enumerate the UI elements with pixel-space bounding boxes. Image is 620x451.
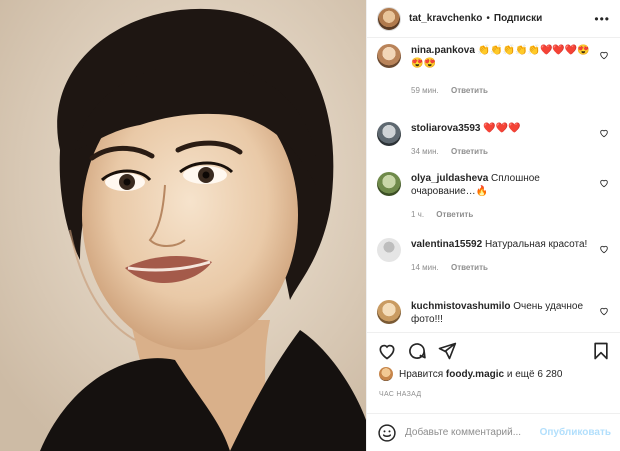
comment-username[interactable]: olya_juldasheva bbox=[411, 173, 488, 184]
comment-text: ❤️❤️❤️ bbox=[483, 123, 521, 134]
comments-list[interactable]: nina.pankova 👏👏👏👏👏❤️❤️❤️😍😍😍 59 мин. Отве… bbox=[367, 44, 620, 330]
comment-item: kuchmistovashumilo Очень удачное фото!!! bbox=[377, 300, 611, 330]
author-username[interactable]: tat_kravchenko bbox=[409, 13, 482, 24]
add-comment-bar: Добавьте комментарий... Опубликовать bbox=[367, 413, 620, 451]
liker-avatar[interactable] bbox=[379, 367, 393, 381]
comment-text: Натуральная красота! bbox=[484, 239, 588, 250]
comment-avatar[interactable] bbox=[377, 44, 401, 68]
likes-summary[interactable]: Нравится foody.magic и ещё 6 280 bbox=[379, 367, 562, 381]
comment-avatar[interactable] bbox=[377, 300, 401, 324]
comment-item: stoliarova3593 ❤️❤️❤️ 34 мин. Ответить bbox=[377, 122, 611, 172]
comment-time: 14 мин. bbox=[411, 263, 439, 272]
publish-button[interactable]: Опубликовать bbox=[540, 427, 611, 438]
header-separator: • bbox=[486, 13, 490, 24]
comment-item: valentina15592 Натуральная красота! 14 м… bbox=[377, 238, 611, 300]
comment-avatar[interactable] bbox=[377, 172, 401, 196]
comment-username[interactable]: nina.pankova bbox=[411, 45, 475, 56]
reply-button[interactable]: Ответить bbox=[451, 147, 488, 156]
bookmark-icon[interactable] bbox=[591, 341, 611, 361]
comment-icon[interactable] bbox=[407, 341, 427, 361]
post-time: ЧАС НАЗАД bbox=[379, 391, 422, 398]
comment-item: nina.pankova 👏👏👏👏👏❤️❤️❤️😍😍😍 59 мин. Отве… bbox=[377, 44, 611, 122]
comment-avatar[interactable] bbox=[377, 122, 401, 146]
reply-button[interactable]: Ответить bbox=[451, 86, 488, 95]
comment-username[interactable]: kuchmistovashumilo bbox=[411, 301, 510, 312]
comment-item: olya_juldasheva Сплошное очарование…🔥 1 … bbox=[377, 172, 611, 238]
liker-username[interactable]: foody.magic bbox=[446, 369, 504, 380]
likes-prefix: Нравится bbox=[399, 368, 444, 380]
comment-username[interactable]: stoliarova3593 bbox=[411, 123, 481, 134]
comment-input[interactable]: Добавьте комментарий... bbox=[405, 427, 540, 438]
like-comment-icon[interactable] bbox=[599, 244, 609, 254]
like-comment-icon[interactable] bbox=[599, 50, 609, 60]
portrait-image bbox=[0, 0, 366, 451]
comment-time: 34 мин. bbox=[411, 147, 439, 156]
share-icon[interactable] bbox=[437, 341, 457, 361]
reply-button[interactable]: Ответить bbox=[436, 210, 473, 219]
post-sidebar: tat_kravchenko • Подписки ••• nina.panko… bbox=[366, 0, 620, 451]
following-button[interactable]: Подписки bbox=[494, 13, 542, 24]
emoji-icon[interactable] bbox=[377, 423, 397, 443]
comment-time: 1 ч. bbox=[411, 210, 425, 219]
like-comment-icon[interactable] bbox=[599, 128, 609, 138]
like-comment-icon[interactable] bbox=[599, 178, 609, 188]
post-actions-bar bbox=[367, 332, 620, 370]
like-comment-icon[interactable] bbox=[599, 306, 609, 316]
like-icon[interactable] bbox=[377, 341, 397, 361]
more-icon[interactable]: ••• bbox=[594, 12, 610, 26]
author-avatar[interactable] bbox=[377, 6, 401, 31]
reply-button[interactable]: Ответить bbox=[451, 263, 488, 272]
post-header: tat_kravchenko • Подписки ••• bbox=[367, 0, 620, 38]
instagram-post: tat_kravchenko • Подписки ••• nina.panko… bbox=[0, 0, 620, 451]
comment-time: 59 мин. bbox=[411, 86, 439, 95]
likes-count[interactable]: и ещё 6 280 bbox=[507, 369, 563, 380]
comment-avatar[interactable] bbox=[377, 238, 401, 262]
post-photo[interactable] bbox=[0, 0, 366, 451]
comment-username[interactable]: valentina15592 bbox=[411, 239, 482, 250]
